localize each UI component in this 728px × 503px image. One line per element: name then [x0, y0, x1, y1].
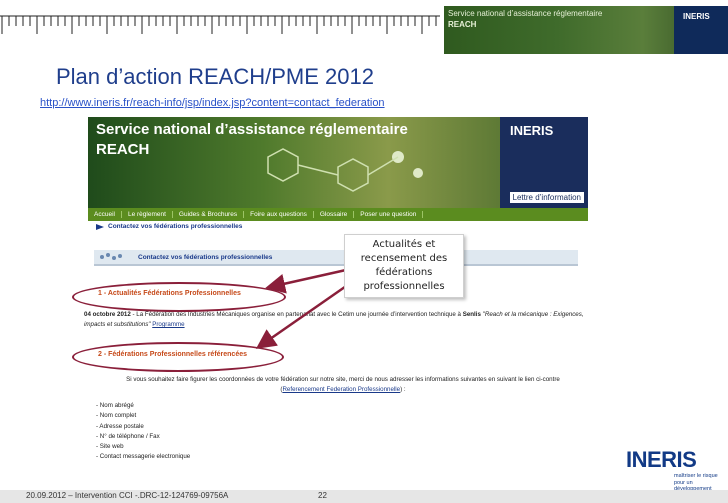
nav-item-glossaire[interactable]: Glossaire: [314, 211, 355, 218]
nav-item-guides[interactable]: Guides & Brochures: [173, 211, 245, 218]
list-item: - Adresse postale: [96, 422, 144, 430]
list-item: - Nom complet: [96, 412, 137, 420]
breadcrumb-label[interactable]: Contactez vos fédérations professionnell…: [108, 223, 242, 230]
ineris-logo: INERIS maîtriser le risque pour un dével…: [626, 447, 722, 499]
slide-url-link[interactable]: http://www.ineris.fr/reach-info/jsp/inde…: [40, 97, 385, 109]
site-banner: Service national d’assistance réglementa…: [88, 117, 588, 209]
news-text: - La Fédération des Industries Mécanique…: [130, 311, 463, 318]
breadcrumb-arrow-icon: [96, 223, 104, 230]
ineris-logo-name: INERIS: [626, 447, 697, 472]
section-icon: [100, 253, 122, 260]
section-title-bar: Contactez vos fédérations professionnell…: [94, 250, 578, 266]
list-item: - Nom abrégé: [96, 402, 134, 409]
federation-info: Si vous souhaitez faire figurer les coor…: [108, 375, 578, 395]
highlight-ellipse-actualites: [72, 282, 286, 312]
molecule-illustration: [267, 148, 423, 192]
corner-banner-line1: Service national d’assistance réglementa…: [448, 9, 603, 18]
slide-footer: 20.09.2012 – Intervention CCI -.DRC-12-1…: [0, 490, 728, 503]
nav-item-reglement[interactable]: Le règlement: [122, 211, 173, 218]
callout-line: Actualités et: [372, 239, 436, 250]
highlight-ellipse-federations: [72, 342, 284, 372]
corner-banner-logo: INERIS: [674, 6, 728, 54]
corner-banner-thumbnail: Service national d’assistance réglementa…: [444, 6, 728, 54]
top-ruler: [0, 15, 440, 34]
site-nav: Accueil Le règlement Guides & Brochures …: [88, 208, 588, 221]
list-item: - Contact messagerie electronique: [96, 453, 191, 461]
nav-item-question[interactable]: Poser une question: [354, 211, 424, 218]
callout-line: recensement des: [360, 253, 448, 264]
breadcrumb: Contactez vos fédérations professionnell…: [96, 223, 242, 230]
slide-title: Plan d’action REACH/PME 2012: [56, 64, 374, 89]
callout-box: Actualités et recensement des fédération…: [344, 234, 464, 298]
nav-item-accueil[interactable]: Accueil: [88, 211, 122, 218]
news-programme-link[interactable]: Programme: [152, 321, 184, 328]
newsletter-link[interactable]: Lettre d’information: [509, 192, 584, 203]
news-item: 04 octobre 2012 - La Fédération des Indu…: [84, 310, 584, 330]
requirements-list: - Nom abrégé - Nom complet - Adresse pos…: [96, 401, 190, 463]
referencement-link[interactable]: Referencement Federation Professionnelle: [282, 386, 400, 393]
page-number: 22: [318, 491, 327, 500]
footer-reference: 20.09.2012 – Intervention CCI -.DRC-12-1…: [26, 491, 229, 500]
callout-arrow-icon: [265, 268, 347, 294]
site-banner-logo: INERIS: [510, 123, 554, 138]
news-date: 04 octobre 2012: [84, 311, 131, 318]
site-banner-line2: REACH: [96, 141, 150, 158]
news-place: Senlis: [462, 311, 481, 318]
corner-banner-line2: REACH: [448, 20, 477, 29]
callout-line: fédérations: [375, 267, 433, 278]
federation-info-end: ) :: [400, 386, 406, 393]
nav-item-faq[interactable]: Foire aux questions: [244, 211, 314, 218]
list-item: - Site web: [96, 443, 124, 451]
section-title: Contactez vos fédérations professionnell…: [138, 253, 273, 261]
callout-line: professionnelles: [363, 281, 445, 292]
list-item: - N° de téléphone / Fax: [96, 432, 160, 440]
